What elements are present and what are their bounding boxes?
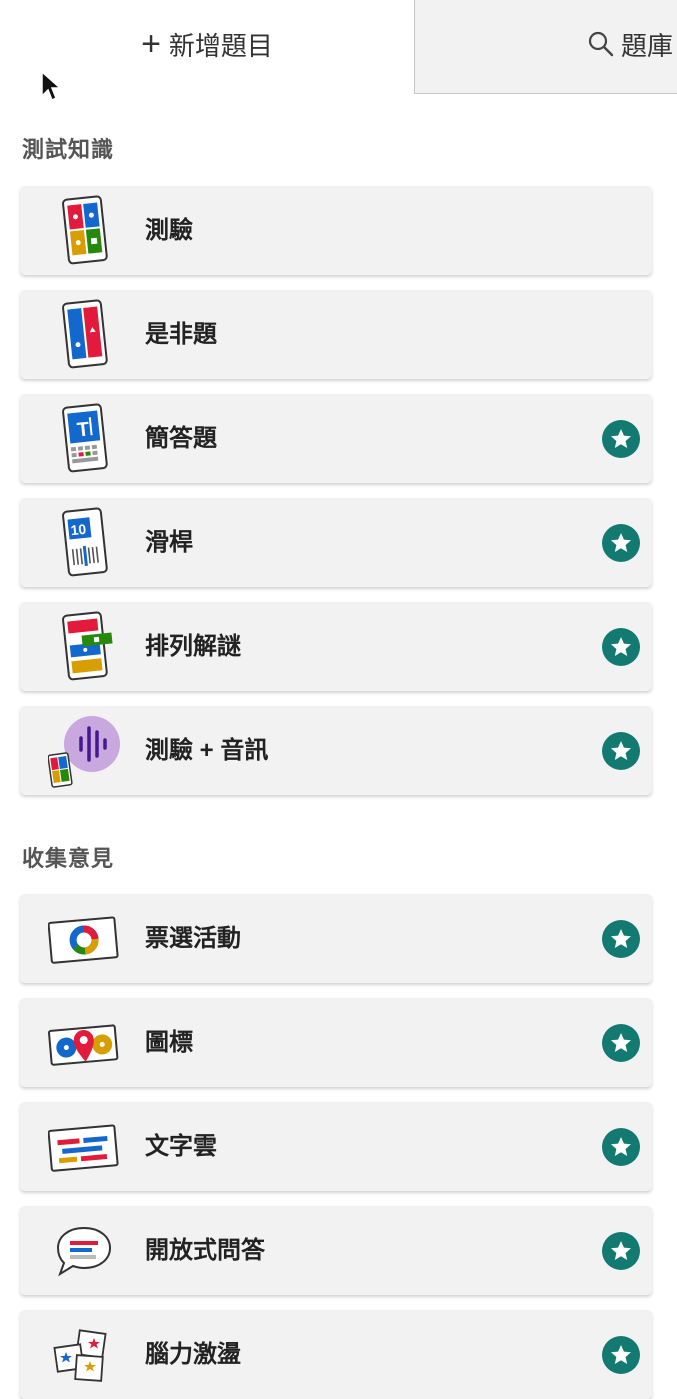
question-type-poll[interactable]: 票選活動: [20, 894, 652, 983]
search-icon: [588, 31, 614, 57]
section-title-knowledge: 測試知識: [22, 137, 115, 162]
brainstorm-label: 腦力激盪: [145, 1341, 241, 1368]
true-false-label: 是非題: [145, 321, 217, 348]
question-type-true-false[interactable]: 是非題: [20, 290, 652, 379]
word-cloud-label: 文字雲: [145, 1133, 217, 1160]
word-cloud-icon: [48, 1124, 119, 1172]
question-type-slider[interactable]: 10 滑桿: [20, 498, 652, 587]
true-false-icon: [62, 299, 108, 369]
pin-label: 圖標: [145, 1029, 193, 1056]
question-type-quiz-audio[interactable]: 測驗 + 音訊: [20, 706, 652, 795]
question-type-brainstorm[interactable]: 腦力激盪: [20, 1310, 652, 1399]
svg-text:10: 10: [70, 521, 87, 539]
premium-star-icon: [602, 1232, 640, 1270]
premium-star-icon: [602, 920, 640, 958]
premium-star-icon: [602, 524, 640, 562]
premium-star-icon: [602, 1128, 640, 1166]
tab-add-question-label: 新增題目: [168, 30, 273, 61]
question-type-quiz[interactable]: 測驗: [20, 186, 652, 275]
poll-icon: [48, 916, 119, 964]
tab-question-bank-label: 題庫: [621, 30, 674, 61]
tab-question-bank[interactable]: 題庫: [414, 0, 677, 94]
premium-star-icon: [602, 732, 640, 770]
puzzle-icon: [62, 611, 113, 681]
slider-label: 滑桿: [145, 529, 193, 556]
section-title-opinions: 收集意見: [22, 846, 115, 871]
puzzle-label: 排列解謎: [145, 633, 241, 660]
tab-bar: + 新增題目 題庫: [0, 0, 677, 94]
type-answer-icon: T: [62, 403, 108, 473]
slider-icon: 10: [62, 507, 108, 577]
question-type-type-answer[interactable]: T 簡答題: [20, 394, 652, 483]
mouse-cursor-icon: [41, 70, 62, 102]
tab-add-question[interactable]: + 新增題目: [0, 0, 414, 94]
type-answer-label: 簡答題: [145, 425, 217, 452]
quiz-audio-label: 測驗 + 音訊: [145, 737, 269, 764]
quiz-icon: [62, 195, 108, 265]
premium-star-icon: [602, 628, 640, 666]
premium-star-icon: [602, 420, 640, 458]
quiz-audio-icon: [48, 716, 120, 788]
brainstorm-icon: [53, 1329, 107, 1382]
question-type-pin[interactable]: 圖標: [20, 998, 652, 1087]
plus-icon: +: [141, 25, 161, 63]
premium-star-icon: [602, 1024, 640, 1062]
poll-label: 票選活動: [145, 925, 241, 952]
question-type-open-ended[interactable]: 開放式問答: [20, 1206, 652, 1295]
question-type-word-cloud[interactable]: 文字雲: [20, 1102, 652, 1191]
svg-text:T: T: [76, 418, 90, 441]
pin-icon: [48, 1024, 119, 1066]
open-ended-icon: [56, 1226, 112, 1277]
quiz-label: 測驗: [145, 217, 193, 244]
question-type-puzzle[interactable]: 排列解謎: [20, 602, 652, 691]
open-ended-label: 開放式問答: [145, 1237, 265, 1264]
premium-star-icon: [602, 1336, 640, 1374]
